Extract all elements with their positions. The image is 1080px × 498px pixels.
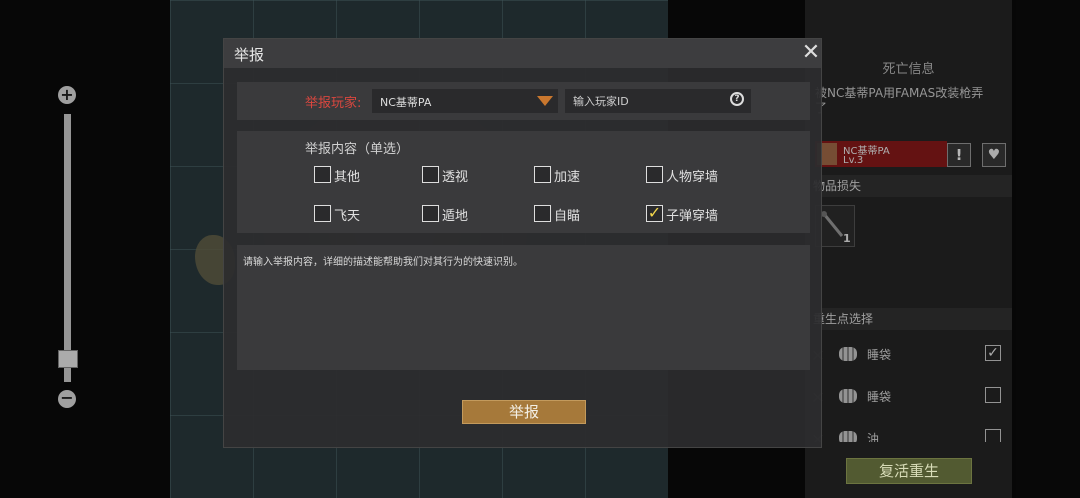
report-content-section: 举报内容（单选） 其他 透视 加速 人物穿墙飞天 遁地 自瞄 ✓ 子弹穿墙 (237, 131, 810, 233)
chevron-down-icon (537, 96, 553, 106)
report-option-label: 自瞄 (554, 209, 581, 224)
report-option-checkbox[interactable] (422, 166, 439, 183)
report-option-label: 遁地 (442, 209, 469, 224)
report-option-checkbox[interactable] (534, 205, 551, 222)
report-option-checkbox[interactable]: ✓ (646, 205, 663, 222)
revive-button[interactable]: 复活重生 (846, 458, 972, 484)
report-dialog: 举报 ✕ 举报玩家: NC基蒂PA ? 举报内容（单选） 其他 透视 加速 人物穿墙飞… (223, 38, 822, 448)
report-option-label: 其他 (334, 170, 361, 185)
close-icon[interactable]: ✕ (800, 41, 822, 65)
submit-report-button[interactable]: 举报 (462, 400, 586, 424)
report-option-label: 加速 (554, 170, 581, 185)
report-option-label: 飞天 (334, 209, 361, 224)
report-option-checkbox[interactable] (534, 166, 551, 183)
report-option-checkbox[interactable] (314, 205, 331, 222)
report-detail-textarea[interactable] (237, 245, 810, 370)
report-option-checkbox[interactable] (314, 166, 331, 183)
report-option-label: 人物穿墙 (666, 170, 719, 185)
player-select-value: NC基蒂PA (380, 96, 432, 109)
player-select[interactable]: NC基蒂PA (372, 89, 558, 113)
report-player-label: 举报玩家: (305, 96, 362, 111)
report-content-label: 举报内容（单选） (305, 142, 410, 157)
player-id-input[interactable] (565, 89, 751, 113)
search-icon[interactable]: ? (730, 92, 744, 106)
report-option-label: 透视 (442, 170, 469, 185)
dialog-title: 举报 (234, 46, 265, 64)
report-player-row: 举报玩家: NC基蒂PA ? (237, 82, 810, 120)
report-option-checkbox[interactable] (422, 205, 439, 222)
dialog-header: 举报 ✕ (224, 39, 821, 68)
report-option-checkbox[interactable] (646, 166, 663, 183)
report-option-label: 子弹穿墙 (666, 209, 719, 224)
